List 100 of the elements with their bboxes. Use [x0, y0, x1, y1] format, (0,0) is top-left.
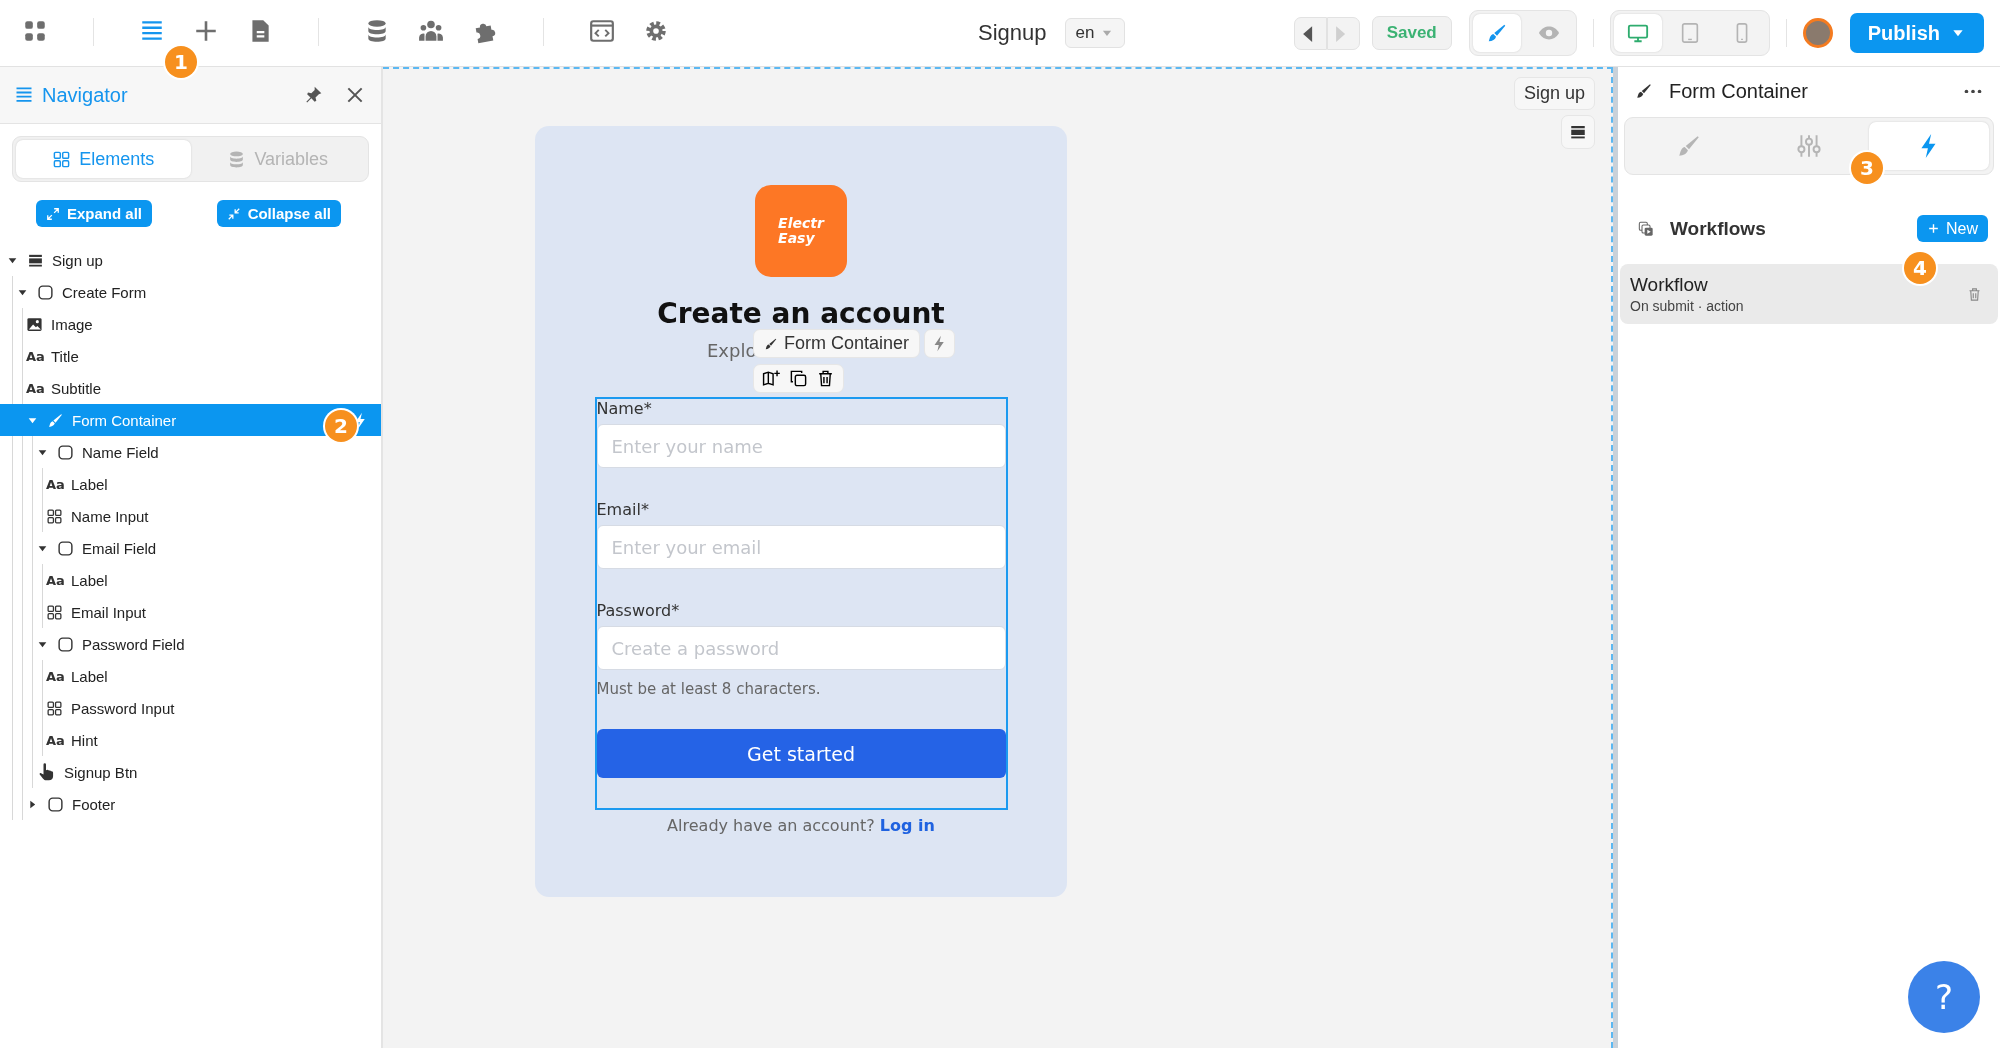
panel-title: Navigator	[42, 83, 128, 107]
trash-icon	[816, 369, 835, 388]
add-to-library-button[interactable]	[762, 369, 781, 388]
text-type-icon: Aa	[26, 348, 43, 364]
trash-icon	[1967, 286, 1982, 302]
workflow-name: Workflow	[1630, 274, 1709, 296]
field-label: Name*	[596, 399, 653, 418]
book-plus-icon	[762, 369, 781, 388]
tree-item[interactable]: Create Form	[0, 276, 381, 308]
text-type-icon: Aa	[46, 732, 63, 748]
tree-item[interactable]: Aa Title	[0, 340, 381, 372]
hint-text: Must be at least 8 characters.	[596, 680, 822, 698]
layout-button[interactable]	[1561, 115, 1595, 149]
users-tool[interactable]	[418, 18, 444, 44]
input-field[interactable]: Enter your email	[596, 525, 1006, 569]
text-type-icon: Aa	[46, 572, 63, 588]
workflow-button[interactable]	[924, 329, 956, 358]
language-select[interactable]: en	[1064, 18, 1126, 48]
more-icon	[1964, 88, 1982, 94]
duplicate-button[interactable]	[789, 369, 808, 388]
section-title: Workflows	[1670, 217, 1766, 240]
login-link[interactable]: Log in	[879, 816, 935, 835]
square-icon	[57, 443, 74, 461]
tree-item[interactable]: Aa Subtitle	[0, 372, 381, 404]
square-icon	[47, 795, 64, 813]
workflow-icon	[1638, 220, 1654, 237]
apps-tool[interactable]	[22, 18, 48, 44]
tree-item[interactable]: Name Input	[0, 500, 381, 532]
tree-item[interactable]: Footer	[0, 788, 381, 820]
field-label: Password*	[596, 601, 681, 620]
input-field[interactable]: Enter your name	[596, 424, 1006, 468]
collapse-icon	[226, 206, 241, 221]
brush-icon	[1676, 133, 1702, 159]
tree-item[interactable]: Image	[0, 308, 381, 340]
step-badge: 4	[1904, 252, 1936, 284]
workflow-trigger: On submit · action	[1630, 298, 1745, 314]
page-label[interactable]: Sign up	[1513, 77, 1595, 110]
square-icon	[57, 539, 74, 557]
settings-icon	[643, 18, 669, 44]
brush-icon	[1635, 82, 1653, 100]
apps-icon	[22, 18, 48, 44]
tree-item[interactable]: Password Field	[0, 628, 381, 660]
delete-button[interactable]	[816, 369, 835, 388]
users-icon	[418, 18, 444, 44]
form-container[interactable]: Name* Enter your name Email* Enter your email Password* Create a password Must be at least 8 characters. Get started	[594, 397, 1008, 810]
settings-tool[interactable]	[643, 18, 669, 44]
step-badge: 1	[165, 46, 197, 78]
tree-item[interactable]: Sign up	[0, 244, 381, 276]
step-badge: 3	[1851, 152, 1883, 184]
plus-icon	[1927, 222, 1940, 235]
tree-item[interactable]: Email Field	[0, 532, 381, 564]
input-field[interactable]: Create a password	[596, 626, 1006, 670]
left-triangle-icon	[1301, 24, 1313, 43]
code-window-icon	[589, 18, 615, 44]
user-avatar[interactable]	[1802, 18, 1833, 48]
step-badge: 2	[325, 410, 357, 442]
tree-item[interactable]: Signup Btn	[0, 756, 381, 788]
tree-item[interactable]: Aa Label	[0, 660, 381, 692]
close-icon	[345, 85, 365, 105]
plus-icon	[193, 18, 219, 44]
back-button[interactable]	[1293, 16, 1327, 50]
panel-title: Form Container	[1669, 79, 1808, 103]
right-triangle-icon	[1334, 24, 1346, 43]
grid-icon	[46, 603, 63, 621]
sliders-icon	[1796, 133, 1822, 159]
pin-button[interactable]	[303, 85, 323, 105]
tree-item[interactable]: Aa Label	[0, 564, 381, 596]
form-title: Create an account	[657, 297, 945, 330]
section-icon	[1569, 123, 1587, 141]
plus-tool[interactable]	[193, 18, 219, 44]
grid-icon	[46, 507, 63, 525]
text-type-icon: Aa	[26, 380, 43, 396]
list-icon	[14, 85, 34, 105]
tree-item[interactable]: Password Input	[0, 692, 381, 724]
close-button[interactable]	[345, 85, 365, 105]
tree-item[interactable]: Email Input	[0, 596, 381, 628]
logo-text: Electr Easy	[778, 216, 824, 246]
brush-icon	[764, 336, 778, 351]
brush-toggle[interactable]	[1472, 14, 1521, 52]
footer-text: Already have an account?	[667, 816, 875, 835]
grid-icon	[52, 149, 72, 169]
copy-icon	[789, 369, 808, 388]
save-status: Saved	[1371, 16, 1452, 50]
tree-item[interactable]: Aa Label	[0, 468, 381, 500]
tree-item[interactable]: Aa Hint	[0, 724, 381, 756]
square-icon	[37, 283, 54, 301]
page-title: Signup	[978, 20, 1047, 46]
image-icon	[26, 315, 43, 333]
pin-icon	[303, 85, 323, 105]
field-label: Email*	[596, 500, 650, 519]
text-type-icon: Aa	[46, 668, 63, 684]
expand-icon	[46, 206, 60, 221]
get-started-button[interactable]: Get started	[596, 729, 1006, 778]
square-icon	[57, 635, 74, 653]
more-button[interactable]	[1964, 88, 1982, 94]
code-window-tool[interactable]	[589, 18, 615, 44]
text-type-icon: Aa	[46, 476, 63, 492]
grid-icon	[46, 699, 63, 717]
monitor-toggle[interactable]	[1613, 14, 1662, 52]
brush-icon	[47, 411, 64, 429]
